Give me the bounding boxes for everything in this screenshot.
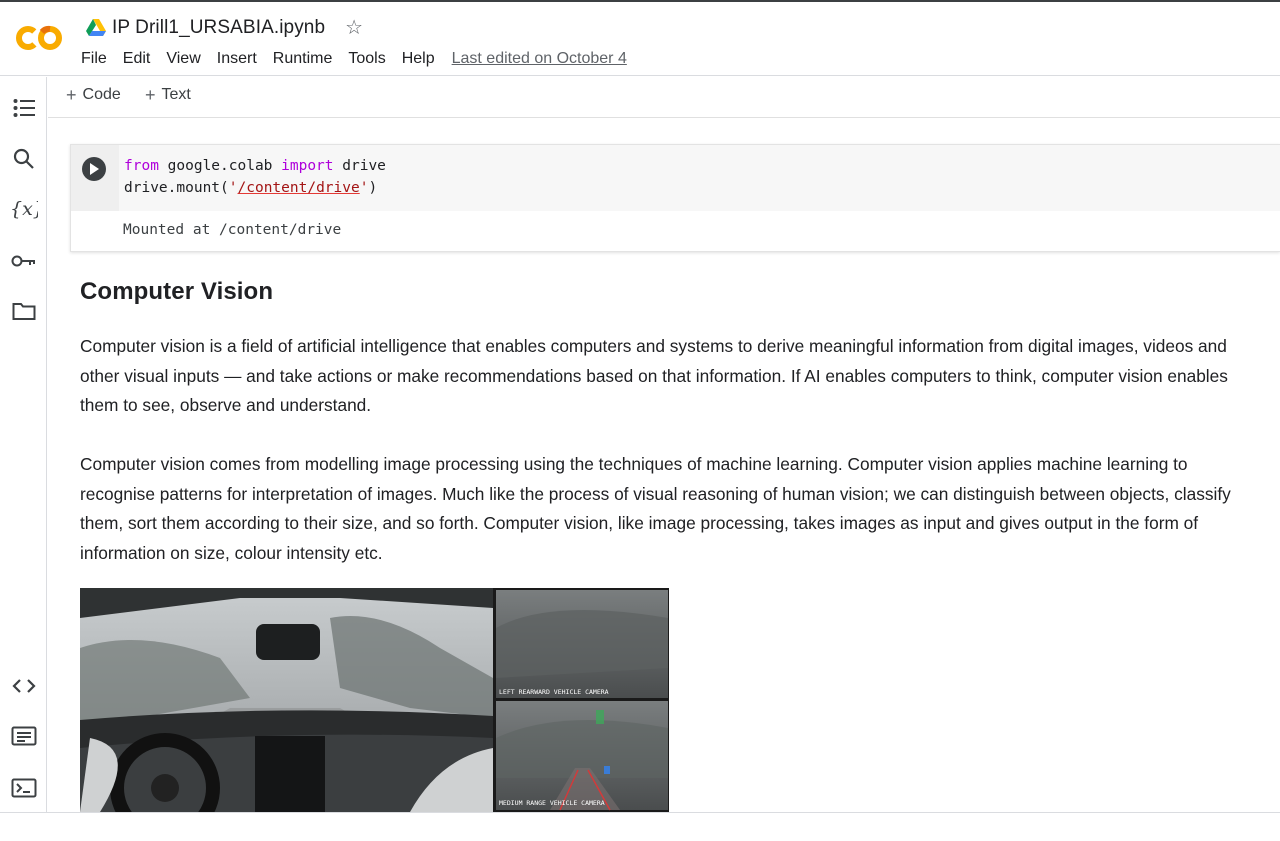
menu-edit[interactable]: Edit: [123, 50, 151, 68]
plus-icon: +: [66, 85, 77, 105]
paragraph: Computer vision is a field of artificial…: [80, 336, 1228, 415]
table-of-contents-icon[interactable]: [8, 92, 40, 124]
add-code-button[interactable]: + Code: [66, 86, 121, 104]
add-code-label: Code: [82, 86, 121, 103]
variables-icon[interactable]: {x}: [8, 193, 40, 225]
notebook-area: from google.colab import drive drive.mou…: [48, 118, 1280, 812]
menu-runtime[interactable]: Runtime: [273, 50, 333, 68]
run-cell-button[interactable]: [82, 157, 106, 181]
code-text: drive: [333, 158, 386, 174]
code-cell-gutter: [71, 145, 119, 211]
code-string: /content/drive: [237, 180, 360, 196]
star-icon[interactable]: ☆: [345, 18, 363, 38]
notebook-toolbar: + Code + Text: [48, 77, 1280, 118]
svg-text:{x}: {x}: [10, 198, 38, 220]
last-edited-link[interactable]: Last edited on October 4: [452, 50, 627, 68]
add-text-button[interactable]: + Text: [145, 86, 191, 104]
code-text: drive.mount(: [124, 180, 229, 196]
text-cell[interactable]: Computer Vision Computer vision is a fie…: [80, 278, 1260, 598]
code-cell[interactable]: from google.colab import drive drive.mou…: [70, 144, 1280, 252]
plus-icon: +: [145, 85, 156, 105]
camera-label-medium-range: MEDIUM RANGE VEHICLE CAMERA: [499, 799, 605, 807]
menu-bar: File Edit View Insert Runtime Tools Help…: [81, 47, 627, 71]
code-line-1: from google.colab import drive: [124, 155, 1280, 177]
colab-logo[interactable]: [14, 22, 66, 54]
paragraph: Computer vision comes from modelling ima…: [80, 454, 1231, 563]
status-bar: [0, 812, 1280, 841]
menu-help[interactable]: Help: [402, 50, 435, 68]
add-text-label: Text: [161, 86, 191, 103]
notebook-title-row: IP Drill1_URSABIA.ipynb ☆: [86, 15, 363, 41]
code-line-2: drive.mount('/content/drive'): [124, 177, 1280, 199]
search-icon[interactable]: [8, 143, 40, 175]
code-text: ): [368, 180, 378, 196]
command-palette-icon[interactable]: [8, 720, 40, 752]
google-drive-icon: [86, 19, 106, 37]
code-editor[interactable]: from google.colab import drive drive.mou…: [119, 145, 1280, 211]
code-snippets-icon[interactable]: [8, 670, 40, 702]
code-quote: ': [228, 180, 238, 196]
code-keyword: import: [281, 158, 334, 174]
cell-output: Mounted at /content/drive: [123, 222, 342, 238]
code-keyword: from: [124, 158, 159, 174]
app-header: IP Drill1_URSABIA.ipynb ☆ File Edit View…: [0, 2, 1280, 76]
self-driving-car-camera-image: LEFT REARWARD VEHICLE CAMERA MEDIUM RANG…: [80, 588, 669, 812]
menu-view[interactable]: View: [166, 50, 200, 68]
menu-tools[interactable]: Tools: [348, 50, 385, 68]
left-sidebar: {x}: [0, 77, 47, 812]
play-icon: [90, 163, 99, 175]
menu-insert[interactable]: Insert: [217, 50, 257, 68]
folder-icon[interactable]: [8, 295, 40, 327]
camera-label-left-rearward: LEFT REARWARD VEHICLE CAMERA: [499, 688, 609, 696]
code-text: google.colab: [158, 158, 282, 174]
menu-file[interactable]: File: [81, 50, 107, 68]
notebook-file-name[interactable]: IP Drill1_URSABIA.ipynb: [112, 17, 325, 39]
terminal-icon[interactable]: [8, 772, 40, 804]
key-icon[interactable]: [8, 245, 40, 277]
section-heading: Computer Vision: [80, 278, 274, 305]
